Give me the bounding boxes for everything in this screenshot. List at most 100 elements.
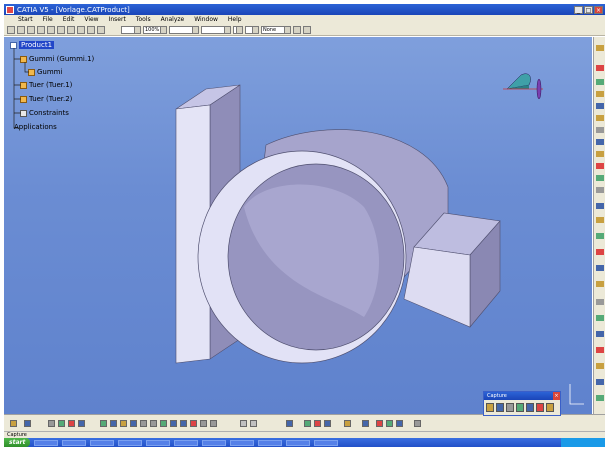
print-icon[interactable] — [37, 25, 45, 34]
render-style-icon[interactable] — [190, 420, 197, 427]
cut-icon[interactable] — [47, 25, 55, 34]
tool-icon-14[interactable] — [596, 217, 604, 223]
taskbar-item-2[interactable] — [62, 439, 87, 446]
tool-icon-13[interactable] — [596, 203, 604, 209]
menu-insert[interactable]: Insert — [109, 16, 126, 23]
tool-icon-22[interactable] — [596, 347, 604, 353]
tool-icon-6[interactable] — [596, 115, 604, 121]
tool-icon-20[interactable] — [596, 315, 604, 321]
open-file-icon[interactable] — [17, 25, 25, 34]
tool-icon-11[interactable] — [596, 175, 604, 181]
maximize-button[interactable]: □ — [584, 5, 593, 14]
paste-icon[interactable] — [67, 25, 75, 34]
taskbar-item-4[interactable] — [118, 439, 143, 446]
layer-number-combo[interactable] — [245, 25, 259, 34]
taskbar-item-9[interactable] — [258, 439, 283, 446]
tool-icon-b28[interactable] — [386, 420, 393, 427]
tool-icon-b27[interactable] — [376, 420, 383, 427]
capture-select-icon[interactable] — [496, 403, 504, 412]
copy-icon[interactable] — [57, 25, 65, 34]
taskbar-item-7[interactable] — [202, 439, 227, 446]
menu-file[interactable]: File — [43, 16, 53, 23]
menu-help[interactable]: Help — [228, 16, 242, 23]
capture-close-button[interactable]: × — [553, 392, 560, 400]
menu-start[interactable]: Start — [18, 16, 33, 23]
taskbar-item-3[interactable] — [90, 439, 115, 446]
tool-icon-b22[interactable] — [304, 420, 311, 427]
tool-icon-8[interactable] — [596, 139, 604, 145]
compass-icon[interactable] — [499, 67, 549, 107]
tool-icon-5[interactable] — [596, 103, 604, 109]
system-tray[interactable] — [561, 438, 605, 447]
tool-icon-12[interactable] — [596, 187, 604, 193]
fit-all-icon[interactable] — [110, 420, 117, 427]
menu-view[interactable]: View — [84, 16, 98, 23]
tool-icon-4[interactable] — [596, 91, 604, 97]
capture-camera-icon[interactable] — [486, 403, 494, 412]
tool-icon-15[interactable] — [596, 233, 604, 239]
tool-icon-17[interactable] — [596, 265, 604, 271]
tool-icon-b5[interactable] — [68, 420, 75, 427]
fly-icon[interactable] — [100, 420, 107, 427]
undo-icon[interactable] — [77, 25, 85, 34]
capture-print-icon[interactable] — [526, 403, 534, 412]
tool-icon-b21[interactable] — [286, 420, 293, 427]
properties-icon[interactable] — [303, 25, 311, 34]
tool-icon-9[interactable] — [596, 151, 604, 157]
tool-icon-10[interactable] — [596, 163, 604, 169]
tool-icon-16[interactable] — [596, 249, 604, 255]
tool-icon-21[interactable] — [596, 331, 604, 337]
taskbar-item-10[interactable] — [286, 439, 311, 446]
normal-view-icon[interactable] — [160, 420, 167, 427]
taskbar-item-6[interactable] — [174, 439, 199, 446]
layer-combo[interactable]: None — [261, 25, 291, 34]
start-button[interactable]: start — [4, 438, 31, 447]
rotate-icon[interactable] — [130, 420, 137, 427]
tree-node-gummi-instance[interactable]: Gummi (Gummi.1) — [20, 55, 94, 63]
formula-icon[interactable] — [10, 420, 17, 427]
capture-video-icon[interactable] — [536, 403, 544, 412]
tool-icon-b6[interactable] — [78, 420, 85, 427]
taskbar-item-8[interactable] — [230, 439, 255, 446]
tool-icon-24[interactable] — [596, 379, 604, 385]
capture-toolbar-titlebar[interactable]: Capture × — [484, 392, 560, 400]
tool-icon-19[interactable] — [596, 299, 604, 305]
tool-icon-b25[interactable] — [344, 420, 351, 427]
taskbar-item-1[interactable] — [34, 439, 59, 446]
tool-icon-2[interactable] — [596, 65, 604, 71]
iso-view-icon[interactable] — [180, 420, 187, 427]
3d-viewport[interactable]: Product1 Gummi (Gummi.1) Gummi Tuer (Tue… — [4, 37, 592, 414]
hide-show-icon[interactable] — [200, 420, 207, 427]
menu-window[interactable]: Window — [194, 16, 218, 23]
tool-icon-1[interactable] — [596, 45, 604, 51]
tool-icon-b29[interactable] — [396, 420, 403, 427]
color-combo[interactable] — [121, 25, 141, 34]
paint-icon[interactable] — [293, 25, 301, 34]
capture-album-icon[interactable] — [516, 403, 524, 412]
tool-icon-23[interactable] — [596, 363, 604, 369]
tool-icon-b2[interactable] — [24, 420, 31, 427]
tool-icon-18[interactable] — [596, 281, 604, 287]
taskbar-item-5[interactable] — [146, 439, 171, 446]
capture-settings-icon[interactable] — [546, 403, 554, 412]
minimize-button[interactable]: _ — [574, 5, 583, 14]
menu-edit[interactable]: Edit — [63, 16, 75, 23]
multi-view-icon[interactable] — [170, 420, 177, 427]
tool-icon-b4[interactable] — [58, 420, 65, 427]
lug-front-face[interactable] — [403, 246, 471, 328]
close-button[interactable]: × — [594, 5, 603, 14]
tool-icon-b19[interactable] — [240, 420, 247, 427]
swap-space-icon[interactable] — [210, 420, 217, 427]
zoom-out-icon[interactable] — [150, 420, 157, 427]
menu-analyze[interactable]: Analyze — [161, 16, 185, 23]
tool-icon-b26[interactable] — [362, 420, 369, 427]
tool-icon-25[interactable] — [596, 395, 604, 401]
linetype-combo[interactable] — [169, 25, 199, 34]
point-combo[interactable] — [233, 25, 243, 34]
tool-icon-b30[interactable] — [414, 420, 421, 427]
zoom-combo[interactable]: 100% — [143, 25, 167, 34]
zoom-in-icon[interactable] — [140, 420, 147, 427]
pan-icon[interactable] — [120, 420, 127, 427]
taskbar-item-11[interactable] — [314, 439, 339, 446]
new-file-icon[interactable] — [7, 25, 15, 34]
